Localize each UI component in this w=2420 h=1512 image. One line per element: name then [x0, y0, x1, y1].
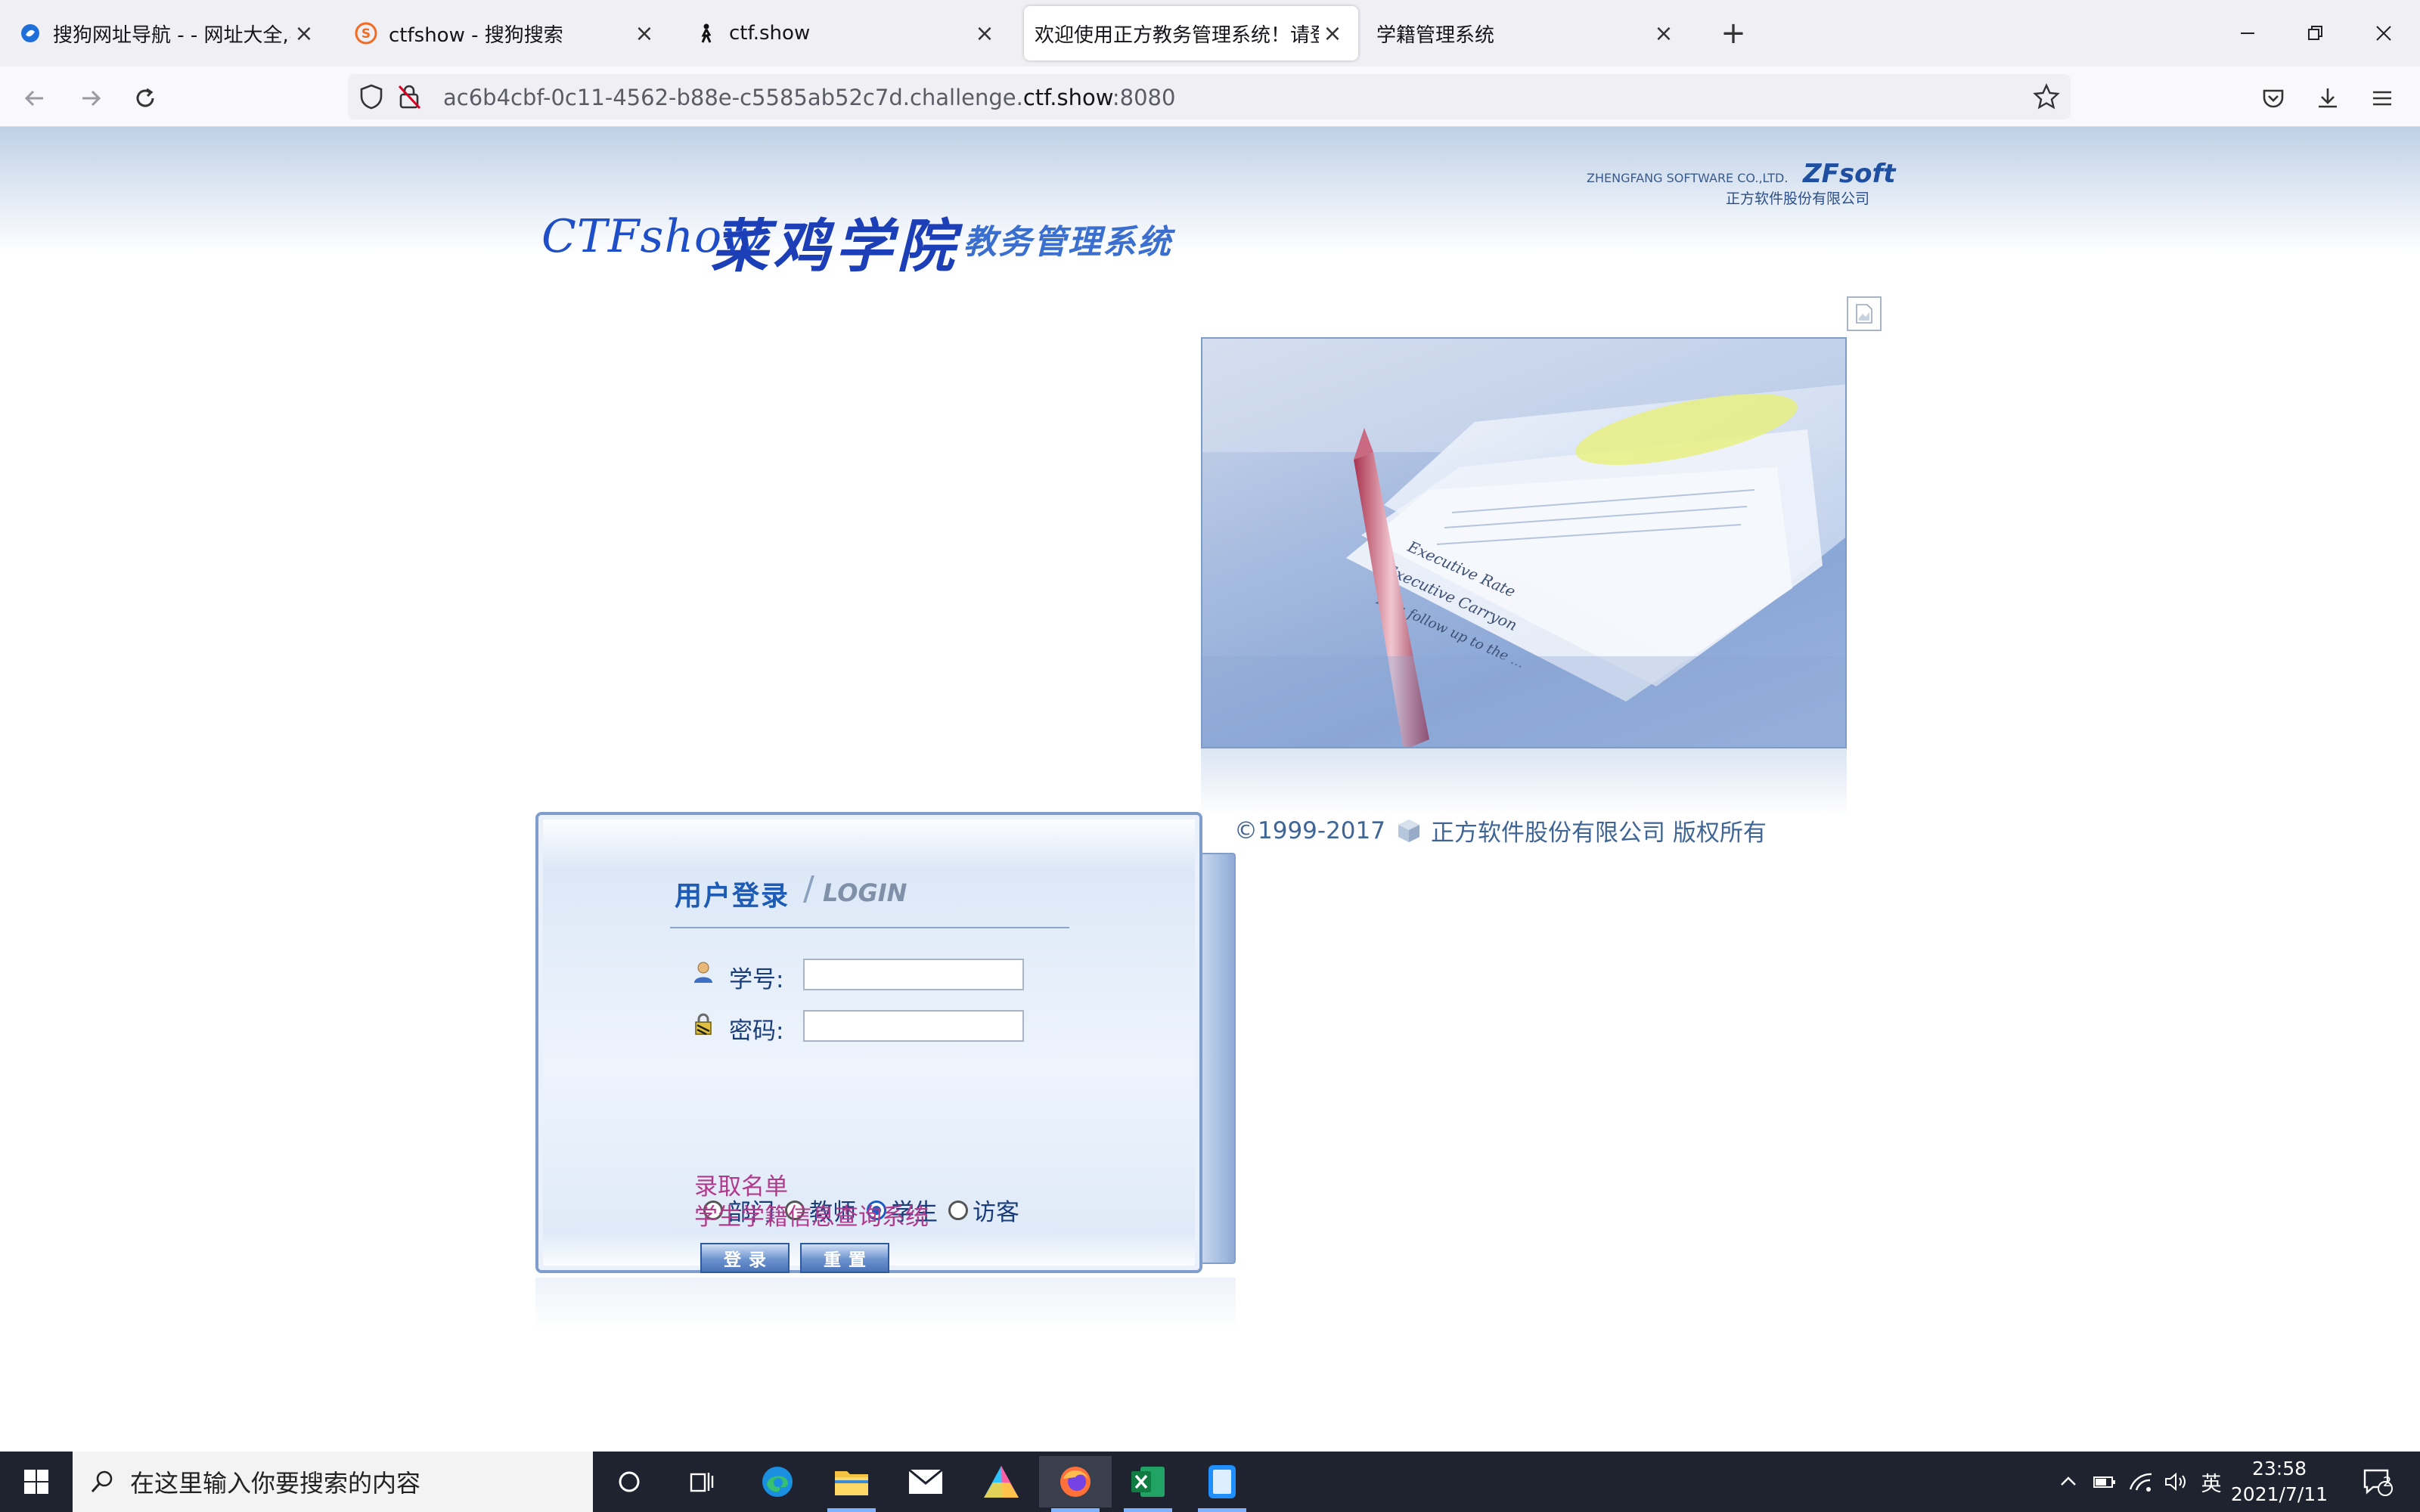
url-prefix: ac6b4cbf-0c11-4562-b88e-c5585ab52c7d.cha…: [443, 85, 1023, 110]
taskbar-search-box[interactable]: 在这里输入你要搜索的内容: [73, 1452, 593, 1512]
forward-arrow-icon[interactable]: [73, 80, 109, 116]
pocket-icon[interactable]: [2255, 80, 2291, 116]
url-suffix: :8080: [1112, 85, 1176, 110]
browser-tab-strip: 搜狗网址导航 - - 网址大全,实用 × S ctfshow - 搜狗搜索 × …: [0, 0, 2420, 67]
admission-list-link[interactable]: 录取名单: [694, 1167, 788, 1201]
tab-student-records[interactable]: 学籍管理系统 ×: [1361, 6, 1689, 60]
student-id-input[interactable]: [803, 959, 1024, 990]
radio-circle-icon[interactable]: [948, 1200, 968, 1220]
vendor-logo: ZFsoft: [1803, 159, 1896, 189]
reload-icon[interactable]: [127, 80, 163, 116]
downloads-icon[interactable]: [2310, 80, 2346, 116]
windows-taskbar: 在这里输入你要搜索的内容 英 23:58 2021/7/11 2: [0, 1452, 2420, 1512]
search-icon: [89, 1469, 115, 1495]
user-icon: [691, 960, 715, 984]
clock-date: 2021/7/11: [2230, 1483, 2328, 1505]
phone-link-icon[interactable]: [1186, 1456, 1258, 1512]
role-visitor-radio[interactable]: 访客: [948, 1193, 1019, 1227]
excel-icon[interactable]: [1112, 1456, 1184, 1512]
login-title: 用户登录: [675, 881, 790, 912]
close-tab-icon[interactable]: ×: [290, 20, 318, 47]
tab-title: 搜狗网址导航 - - 网址大全,实用: [53, 23, 290, 47]
copyright-notice: ©1999-2017 正方软件股份有限公司 版权所有: [1234, 813, 1767, 847]
password-input[interactable]: [803, 1010, 1024, 1042]
student-id-label: 学号:: [729, 966, 784, 993]
tab-title: ctf.show: [729, 22, 811, 45]
new-tab-icon[interactable]: +: [1715, 15, 1751, 51]
logo-system-name: 教务管理系统: [963, 223, 1172, 262]
login-title-english: LOGIN: [823, 878, 908, 907]
address-bar[interactable]: ac6b4cbf-0c11-4562-b88e-c5585ab52c7d.cha…: [348, 74, 2071, 119]
password-label: 密码:: [729, 1018, 784, 1045]
zfsoft-cube-icon: [1396, 818, 1422, 844]
mail-icon[interactable]: [889, 1456, 962, 1507]
firefox-icon[interactable]: [1039, 1456, 1112, 1512]
close-tab-icon[interactable]: ×: [631, 20, 658, 47]
taskbar-clock[interactable]: 23:58 2021/7/11: [2226, 1456, 2332, 1507]
battery-icon[interactable]: [2089, 1452, 2121, 1512]
tab-ctfshow[interactable]: ctf.show ×: [682, 6, 1010, 60]
logo-school-name: 菜鸡学院: [711, 212, 959, 280]
tab-ctfshow-search[interactable]: S ctfshow - 搜狗搜索 ×: [342, 6, 670, 60]
banner-image: Executive Rate Executive Carryon As a fo…: [1201, 337, 1847, 748]
role-label: 访客: [973, 1199, 1019, 1226]
copyright-company: 正方软件股份有限公司 版权所有: [1430, 820, 1767, 847]
sogou-search-icon: S: [354, 21, 378, 45]
close-tab-icon[interactable]: ×: [971, 20, 998, 47]
insecure-lock-icon[interactable]: [396, 83, 422, 113]
tab-title: ctfshow - 搜狗搜索: [389, 23, 563, 47]
password-icon: [691, 1013, 715, 1037]
copyright-years: ©1999-2017: [1234, 816, 1385, 844]
restore-icon[interactable]: [2294, 14, 2337, 53]
show-hidden-icons-icon[interactable]: [2052, 1452, 2084, 1512]
tab-title: 学籍管理系统: [1376, 23, 1495, 47]
login-panel-side: [1202, 853, 1236, 1264]
volume-icon[interactable]: [2160, 1452, 2192, 1512]
tab-sogou-nav[interactable]: 搜狗网址导航 - - 网址大全,实用 ×: [6, 6, 330, 60]
vendor-english-name: ZHENGFANG SOFTWARE CO.,LTD.: [1587, 171, 1789, 185]
url-domain: ctf.show: [1022, 85, 1112, 110]
notification-center-icon[interactable]: 2: [2350, 1452, 2405, 1512]
input-method-indicator[interactable]: 英: [2196, 1452, 2226, 1512]
login-panel-reflection: [535, 1278, 1236, 1331]
broken-image-icon: [1847, 296, 1882, 331]
close-tab-icon[interactable]: ×: [1650, 20, 1677, 47]
student-records-query-link[interactable]: 学生学籍信息查询系统: [694, 1198, 929, 1232]
browser-nav-bar: ac6b4cbf-0c11-4562-b88e-c5585ab52c7d.cha…: [0, 67, 2420, 127]
reset-button[interactable]: 重置: [800, 1243, 889, 1273]
back-arrow-icon[interactable]: [17, 80, 53, 116]
app-triangle-icon[interactable]: [965, 1456, 1038, 1507]
file-explorer-icon[interactable]: [815, 1456, 888, 1512]
svg-text:S: S: [361, 26, 371, 42]
header-band: [0, 127, 2420, 256]
tab-zfsoft-login[interactable]: 欢迎使用正方教务管理系统！请登录 ×: [1024, 6, 1358, 60]
cortana-icon[interactable]: [593, 1456, 666, 1507]
bookmark-star-icon[interactable]: [2033, 83, 2060, 113]
ctfshow-icon: [694, 21, 718, 45]
task-view-icon[interactable]: [666, 1456, 738, 1507]
close-window-icon[interactable]: [2363, 14, 2405, 53]
tab-title: 欢迎使用正方教务管理系统！请登录: [1035, 23, 1319, 47]
vendor-chinese-name: 正方软件股份有限公司: [1726, 191, 1870, 207]
web-page: CTFshow 菜鸡学院 教务管理系统 ZHENGFANG SOFTWARE C…: [0, 127, 2420, 1452]
minimize-icon[interactable]: [2226, 14, 2269, 53]
notification-count: 2: [2383, 1474, 2392, 1490]
menu-icon[interactable]: [2364, 80, 2400, 116]
login-button[interactable]: 登录: [700, 1243, 790, 1273]
url-text[interactable]: ac6b4cbf-0c11-4562-b88e-c5585ab52c7d.cha…: [443, 85, 1175, 110]
wifi-icon[interactable]: [2125, 1452, 2157, 1512]
sogou-nav-icon: [18, 21, 42, 45]
shield-icon[interactable]: [358, 83, 384, 113]
clock-time: 23:58: [2251, 1458, 2307, 1479]
windows-start-icon[interactable]: [0, 1452, 73, 1512]
login-title-underline: [670, 927, 1069, 928]
login-title-divider: /: [803, 869, 814, 908]
edge-icon[interactable]: [741, 1456, 814, 1507]
search-placeholder: 在这里输入你要搜索的内容: [130, 1469, 421, 1498]
banner-reflection: [1201, 748, 1847, 816]
close-tab-icon[interactable]: ×: [1319, 20, 1346, 47]
